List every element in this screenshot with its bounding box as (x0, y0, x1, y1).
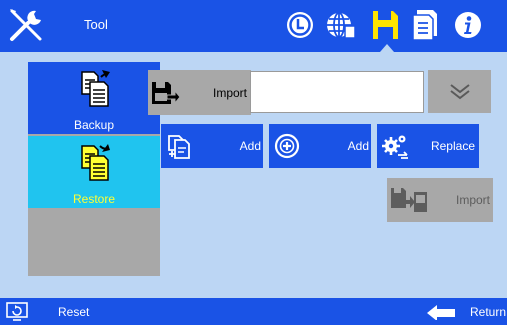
circle-plus-icon (274, 133, 300, 159)
sidebar-item-label: Restore (72, 192, 116, 206)
save-icon[interactable] (368, 8, 402, 52)
document-add-icon (168, 135, 190, 159)
app-title: Tool (84, 17, 108, 32)
add-file-button[interactable]: Add (161, 124, 263, 168)
replace-button-label: Replace (430, 139, 475, 153)
import-button[interactable]: Import (148, 70, 251, 115)
add-file-button-label: Add (239, 139, 261, 153)
double-chevron-down-icon (449, 83, 470, 99)
gears-replace-icon (382, 135, 408, 159)
sidebar-item-restore[interactable]: Restore (28, 136, 160, 208)
import-button-label: Import (212, 86, 247, 100)
reset-icon[interactable] (6, 302, 28, 321)
import-dropdown-button[interactable] (428, 70, 491, 113)
sidebar-item-backup[interactable]: Backup (28, 62, 160, 134)
sidebar-item-label: Backup (73, 118, 115, 132)
reset-button-label[interactable]: Reset (58, 305, 89, 319)
globe-icon[interactable] (324, 8, 358, 42)
import-apply-button-label: Import (455, 193, 490, 207)
backup-documents-icon (81, 70, 110, 107)
tools-icon[interactable] (6, 5, 46, 45)
info-icon[interactable] (451, 8, 485, 42)
import-device-icon (391, 188, 427, 212)
clock-icon[interactable] (283, 8, 317, 42)
bottom-bar: Reset Return (0, 298, 507, 325)
add-item-button-label: Add (347, 139, 369, 153)
top-bar: Tool (0, 0, 507, 52)
import-apply-button[interactable]: Import (387, 178, 493, 222)
category-panel: Backup Restore (28, 62, 160, 276)
add-item-button[interactable]: Add (269, 124, 371, 168)
document-icon[interactable] (408, 8, 442, 42)
import-file-icon (152, 82, 181, 105)
return-arrow-icon[interactable] (425, 304, 459, 320)
replace-button[interactable]: Replace (377, 124, 479, 168)
screen: Tool Backup Restore Import Add Add Repla… (0, 0, 507, 325)
return-button-label[interactable]: Return (470, 305, 506, 319)
import-path-input[interactable] (250, 71, 424, 113)
restore-documents-icon (81, 144, 110, 181)
